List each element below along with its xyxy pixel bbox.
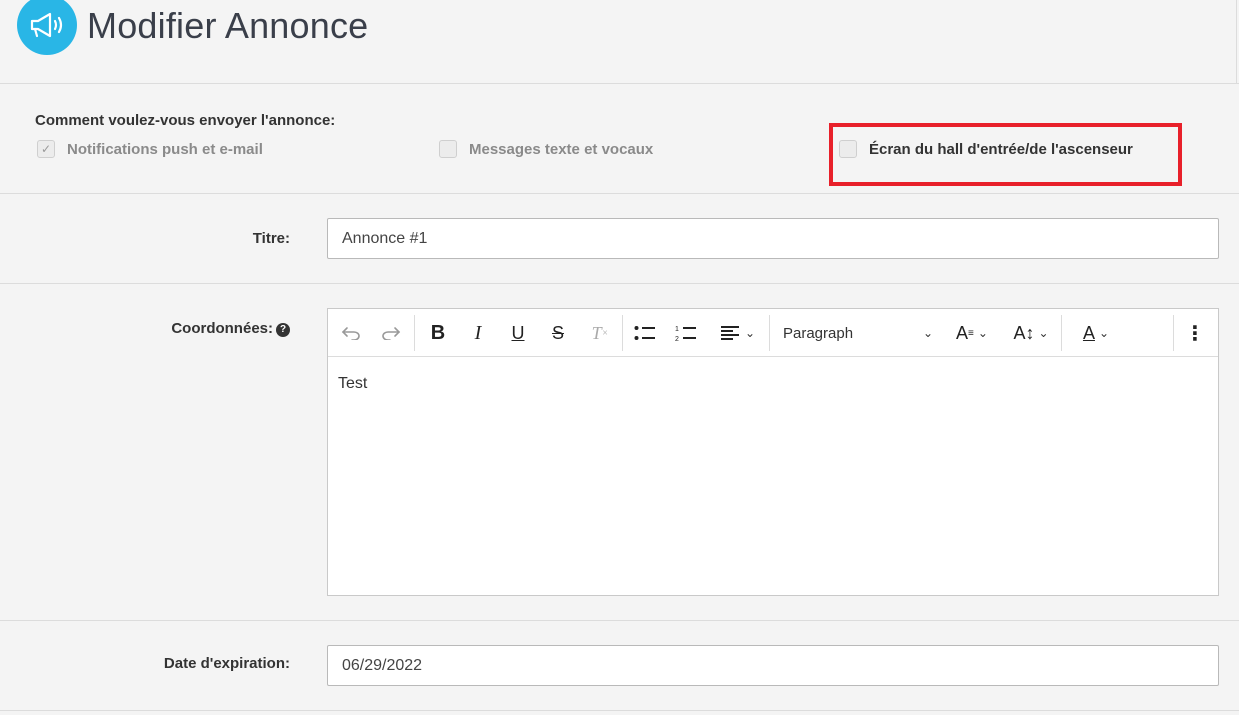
redo-icon[interactable] (380, 319, 402, 347)
font-size-icon[interactable]: A↕ ⌄ (1008, 319, 1054, 347)
align-icon[interactable]: ⌄ (716, 319, 760, 347)
highlight-box (829, 123, 1182, 186)
strikethrough-icon[interactable]: S (547, 319, 569, 347)
help-icon[interactable]: ? (276, 323, 290, 337)
svg-text:1: 1 (675, 326, 679, 333)
push-email-label: Notifications push et e-mail (67, 140, 263, 158)
editor-toolbar: B I U S T × 12 ⌄ Paragraph ⌄ A ≡ ⌄ A↕ ⌄ A ⌄ (328, 309, 1218, 357)
send-method-label: Comment voulez-vous envoyer l'annonce: (35, 112, 336, 129)
expiry-row: Date d'expiration: 06/29/2022 (0, 621, 1239, 711)
toolbar-divider (414, 315, 415, 351)
bullet-list-icon[interactable] (633, 319, 657, 347)
option-push-email[interactable]: ✓ Notifications push et e-mail (37, 140, 263, 158)
toolbar-divider (1173, 315, 1174, 351)
bold-icon[interactable]: B (427, 319, 449, 347)
toolbar-divider (622, 315, 623, 351)
title-input[interactable]: Annonce #1 (327, 218, 1219, 259)
details-label-wrap: Coordonnées:? (171, 320, 290, 337)
megaphone-icon (17, 0, 77, 55)
numbered-list-icon[interactable]: 12 (674, 319, 698, 347)
undo-icon[interactable] (340, 319, 362, 347)
block-format-select[interactable]: Paragraph ⌄ (783, 319, 933, 347)
expiry-date-input[interactable]: 06/29/2022 (327, 645, 1219, 686)
toolbar-divider (1061, 315, 1062, 351)
chevron-down-icon: ⌄ (1038, 326, 1049, 340)
details-label: Coordonnées: (171, 320, 273, 337)
editor-content[interactable]: Test (328, 357, 1218, 411)
divider (1236, 0, 1237, 84)
expiry-label: Date d'expiration: (163, 655, 290, 672)
chevron-down-icon: ⌄ (744, 326, 756, 340)
rich-text-editor[interactable]: B I U S T × 12 ⌄ Paragraph ⌄ A ≡ ⌄ A↕ ⌄ A ⌄ (327, 308, 1219, 596)
italic-icon[interactable]: I (467, 319, 489, 347)
font-family-icon[interactable]: A ≡ ⌄ (949, 319, 995, 347)
title-row: Titre: Annonce #1 (0, 194, 1239, 284)
svg-text:2: 2 (675, 336, 679, 342)
page-header: Modifier Annonce (0, 0, 1239, 84)
send-method-section: Comment voulez-vous envoyer l'annonce: ✓… (0, 84, 1239, 194)
push-email-checkbox[interactable]: ✓ (37, 140, 55, 158)
chevron-down-icon: ⌄ (977, 326, 988, 340)
sms-voice-label: Messages texte et vocaux (469, 140, 654, 158)
title-label: Titre: (252, 230, 290, 247)
underline-icon[interactable]: U (507, 319, 529, 347)
block-format-value: Paragraph (783, 324, 854, 342)
chevron-down-icon: ⌄ (1098, 326, 1110, 340)
sms-voice-checkbox[interactable] (439, 140, 457, 158)
more-icon[interactable]: ⋮ (1185, 319, 1205, 347)
toolbar-divider (769, 315, 770, 351)
page-title: Modifier Annonce (87, 5, 369, 46)
clear-format-icon[interactable]: T × (588, 319, 612, 347)
text-color-icon[interactable]: A ⌄ (1074, 319, 1118, 347)
details-row: Coordonnées:? B I U S T × 12 ⌄ Paragraph… (0, 284, 1239, 621)
chevron-down-icon: ⌄ (922, 326, 933, 340)
option-sms-voice[interactable]: Messages texte et vocaux (439, 140, 653, 158)
